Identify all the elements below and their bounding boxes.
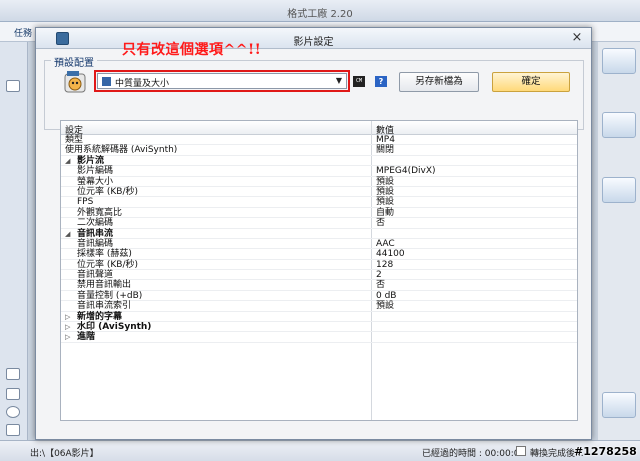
tools-category-icon[interactable]	[6, 424, 20, 436]
grid-category-row[interactable]: ▷ 進階	[61, 332, 577, 343]
grid-row-name: 新增的字幕	[77, 311, 123, 322]
grid-row-name: 影片流	[77, 155, 105, 166]
grid-row-value[interactable]: 44100	[376, 249, 405, 259]
main-window-titlebar: 格式工廠 2.20	[0, 0, 640, 22]
grid-row-name: 類型	[65, 135, 84, 145]
grid-row-name: 水印 (AviSynth)	[77, 322, 152, 333]
grid-row[interactable]: 位元率 (KB/秒) 預設	[61, 186, 577, 198]
grid-row-name: 二次編碼	[77, 218, 114, 229]
grid-row-name: 進階	[77, 332, 96, 343]
grid-row[interactable]: 二次編碼 否	[61, 218, 577, 229]
grid-row[interactable]: 外觀寬高比 自動	[61, 207, 577, 219]
property-grid: 設定 數值 類型 MP4 使用系統解碼器 (AviSynth) 關閉 ◢ 影片流 影片編碼 M…	[60, 120, 578, 421]
grid-row-value[interactable]: 預設	[376, 197, 394, 207]
cmd-icon[interactable]: CM	[353, 76, 365, 87]
watermark: #1278258	[574, 445, 637, 458]
grid-row[interactable]: 採樣率 (赫茲) 44100	[61, 249, 577, 260]
grid-row-value[interactable]: MP4	[376, 135, 395, 145]
grid-row[interactable]: 位元率 (KB/秒) 128	[61, 259, 577, 271]
grid-row-name: FPS	[77, 197, 94, 208]
preset-select-value: 中質量及大小	[115, 79, 170, 89]
grid-row-name: 禁用音訊輸出	[77, 280, 132, 291]
grid-row-name: 外觀寬高比	[77, 207, 123, 218]
close-icon[interactable]: ×	[569, 30, 585, 46]
tab-tasks[interactable]: 任務	[14, 26, 32, 39]
ok-button[interactable]: 確定	[492, 72, 570, 92]
grid-row-value[interactable]: 預設	[376, 301, 394, 311]
save-as-button[interactable]: 另存新檔為	[399, 72, 479, 92]
grid-row[interactable]: 禁用音訊輸出 否	[61, 280, 577, 291]
grid-row[interactable]: 音量控制 (+dB) 0 dB	[61, 290, 577, 302]
grid-category-row[interactable]: ◢ 影片流	[61, 155, 577, 167]
grid-row[interactable]: 影片編碼 MPEG4(DivX)	[61, 166, 577, 177]
preset-group-label: 預設配置	[51, 54, 97, 69]
grid-row[interactable]: 類型 MP4	[61, 135, 577, 146]
audio-category-icon[interactable]	[6, 368, 20, 380]
grid-row-value[interactable]: AAC	[376, 239, 395, 249]
grid-row-value[interactable]: 預設	[376, 187, 394, 197]
disc-category-icon[interactable]	[6, 406, 20, 418]
mp4-format-icon	[64, 71, 86, 93]
toolbar-button[interactable]	[602, 177, 636, 203]
grid-row-name: 位元率 (KB/秒)	[77, 186, 138, 197]
toolbar-button[interactable]	[602, 392, 636, 418]
collapse-icon[interactable]: ◢	[65, 156, 70, 166]
image-category-icon[interactable]	[6, 388, 20, 400]
grid-row-name: 音訊聲道	[77, 270, 114, 281]
right-toolbar	[598, 42, 640, 440]
grid-rows: 類型 MP4 使用系統解碼器 (AviSynth) 關閉 ◢ 影片流 影片編碼 MPEG4(D…	[61, 135, 577, 343]
grid-header: 設定 數值	[61, 121, 577, 136]
grid-row-name: 使用系統解碼器 (AviSynth)	[65, 145, 178, 156]
grid-row-name: 螢幕大小	[77, 176, 114, 187]
grid-row[interactable]: 音訊編碼 AAC	[61, 238, 577, 250]
grid-row-name: 音訊串流	[77, 228, 114, 239]
grid-row-value[interactable]: 128	[376, 260, 393, 270]
dialog-title: 影片設定	[293, 37, 334, 48]
help-icon[interactable]: ?	[375, 76, 387, 87]
grid-row[interactable]: 音訊串流索引 預設	[61, 301, 577, 312]
chevron-down-icon: ▼	[335, 76, 342, 85]
task-list-icon[interactable]	[6, 80, 20, 92]
annotation-text: 只有改這個選項^^!!	[122, 42, 262, 58]
grid-row-value[interactable]: 否	[376, 280, 385, 290]
grid-row[interactable]: 音訊聲道 2	[61, 270, 577, 281]
expand-icon[interactable]: ▷	[65, 332, 70, 342]
elapsed-time-label: 已經過的時間 : 00:00:00	[422, 449, 526, 459]
expand-icon[interactable]: ▷	[65, 322, 70, 332]
grid-row-name: 音訊編碼	[77, 238, 114, 249]
grid-row[interactable]: FPS 預設	[61, 197, 577, 208]
grid-row[interactable]: 使用系統解碼器 (AviSynth) 關閉	[61, 145, 577, 156]
grid-row-value[interactable]: 2	[376, 270, 382, 280]
left-sidebar	[0, 42, 28, 440]
grid-row-name: 影片編碼	[77, 166, 114, 177]
grid-row-value[interactable]: 自動	[376, 208, 394, 218]
grid-row[interactable]: 螢幕大小 預設	[61, 177, 577, 187]
toolbar-button[interactable]	[602, 48, 636, 74]
grid-row-name: 位元率 (KB/秒)	[77, 259, 138, 270]
main-window-title: 格式工廠 2.20	[287, 9, 353, 20]
grid-category-row[interactable]: ▷ 水印 (AviSynth)	[61, 322, 577, 333]
grid-row-value[interactable]: MPEG4(DivX)	[376, 166, 436, 176]
grid-row-value[interactable]: 關閉	[376, 145, 394, 155]
preset-select[interactable]: 中質量及大小 ▼	[97, 73, 347, 89]
grid-row-value[interactable]: 0 dB	[376, 291, 396, 301]
toolbar-button[interactable]	[602, 112, 636, 138]
collapse-icon[interactable]: ◢	[65, 229, 70, 239]
grid-category-row[interactable]: ◢ 音訊串流	[61, 229, 577, 239]
grid-row-value[interactable]: 預設	[376, 177, 394, 187]
status-bar: 出:\【06A影片】 已經過的時間 : 00:00:00 轉換完成後...	[0, 440, 640, 461]
grid-row-name: 音訊串流索引	[77, 301, 132, 312]
after-convert-checkbox[interactable]	[516, 446, 526, 456]
grid-row-name: 採樣率 (赫茲)	[77, 249, 132, 260]
grid-category-row[interactable]: ▷ 新增的字幕	[61, 311, 577, 323]
output-folder-label[interactable]: 出:\【06A影片】	[30, 446, 99, 459]
grid-row-value[interactable]: 否	[376, 218, 385, 228]
dialog-titlebar: 影片設定 ×	[36, 28, 591, 49]
disk-icon	[102, 77, 111, 86]
grid-row-name: 音量控制 (+dB)	[77, 290, 143, 301]
expand-icon[interactable]: ▷	[65, 312, 70, 322]
